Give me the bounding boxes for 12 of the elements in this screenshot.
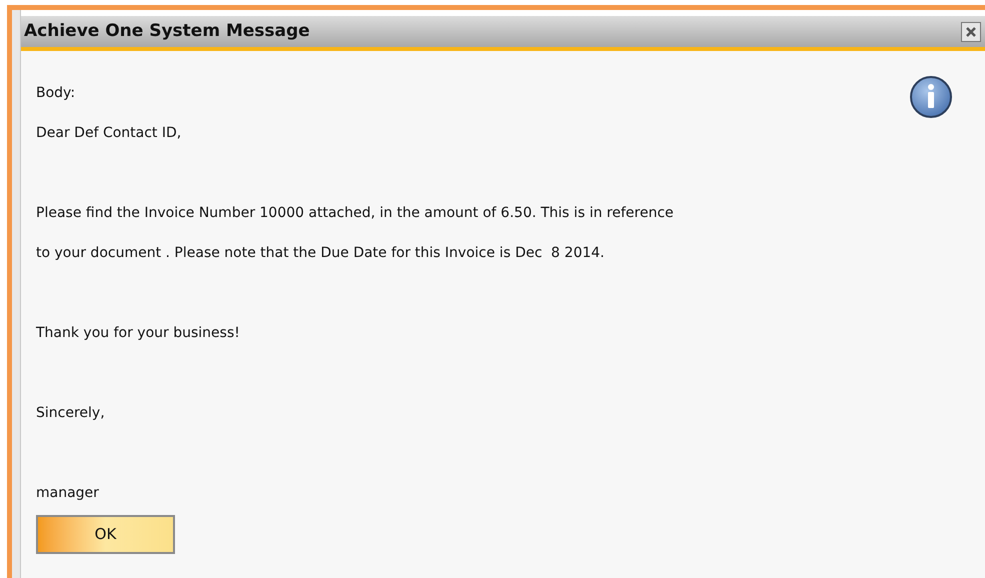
close-button[interactable] — [961, 22, 981, 42]
message-line: Dear Def Contact ID, — [36, 124, 182, 143]
message-line: Please find the Invoice Number 10000 attached, in the amount of 6.50. This is in reference — [36, 204, 674, 223]
info-icon — [909, 75, 953, 119]
window-title: Achieve One System Message — [24, 20, 310, 43]
message-line: to your document . Please note that the Due Date for this Invoice is Dec 8 2014. — [36, 244, 604, 263]
message-line: Sincerely, — [36, 404, 105, 423]
message-line: Body: — [36, 84, 76, 103]
close-icon — [965, 26, 977, 38]
message-line: manager — [36, 484, 99, 503]
message-line: Thank you for your business! — [36, 324, 240, 343]
ok-button[interactable]: OK — [36, 515, 175, 554]
